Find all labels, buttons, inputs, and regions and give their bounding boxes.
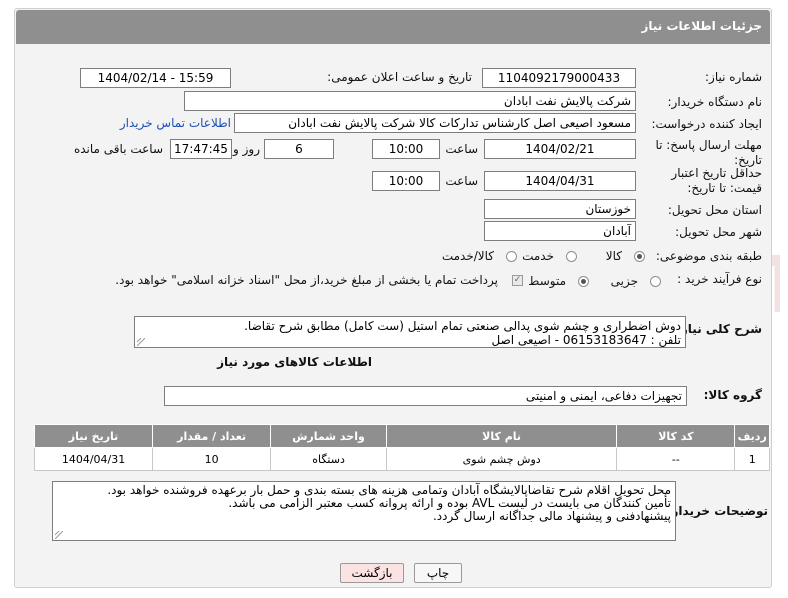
process-medium-radio[interactable]	[578, 276, 589, 287]
category-goods-service-radio[interactable]	[506, 251, 517, 262]
process-medium-label: متوسط	[528, 274, 566, 288]
delivery-province-label: استان محل تحویل:	[667, 203, 762, 217]
col-header-row-number: ردیف	[734, 424, 770, 448]
buyer-contact-link[interactable]: اطلاعات تماس خریدار	[120, 116, 231, 130]
price-validity-time-label: ساعت	[445, 174, 478, 188]
cell-item-name: دوش چشم شوی	[385, 447, 618, 471]
print-button[interactable]: چاپ	[414, 563, 462, 583]
col-header-unit: واحد شمارش	[270, 424, 387, 448]
cell-item-code: --	[616, 447, 736, 471]
category-service-label: خدمت	[522, 249, 554, 263]
price-validity-time-field[interactable]: 10:00	[372, 171, 440, 191]
col-header-item-name: نام کالا	[385, 424, 618, 448]
remaining-time-label: ساعت باقی مانده	[73, 142, 163, 156]
response-date-field[interactable]: 1404/02/21	[484, 139, 636, 159]
price-validity-label: حداقل تاریخ اعتبار قیمت: تا تاریخ:	[671, 166, 762, 195]
category-goods-radio[interactable]	[634, 251, 645, 262]
days-remaining-field[interactable]: 6	[264, 139, 334, 159]
resize-grip-icon[interactable]	[55, 531, 63, 539]
response-time-label: ساعت	[445, 142, 478, 156]
goods-group-label: گروه کالا:	[703, 388, 762, 402]
requester-label: ایجاد کننده درخواست:	[651, 117, 762, 131]
items-table: ردیف کد کالا نام کالا واحد شمارش تعداد /…	[33, 424, 770, 471]
delivery-city-field[interactable]: آبادان	[484, 221, 636, 241]
items-table-header-row: ردیف کد کالا نام کالا واحد شمارش تعداد /…	[33, 424, 770, 448]
general-description-line-1: دوش اضطراری و چشم شوی پدالی صنعتی تمام ا…	[244, 319, 681, 333]
back-button[interactable]: بازگشت	[340, 563, 404, 583]
treasury-payment-checkbox[interactable]: ✓	[512, 275, 523, 286]
announce-datetime-label: تاریخ و ساعت اعلان عمومی:	[327, 70, 472, 84]
announce-datetime-field[interactable]: 1404/02/14 - 15:59	[80, 68, 231, 88]
remaining-time-field[interactable]: 17:47:45	[170, 139, 232, 159]
col-header-quantity: تعداد / مقدار	[152, 424, 272, 448]
category-goods-label: کالا	[605, 249, 622, 263]
general-description-textarea[interactable]: دوش اضطراری و چشم شوی پدالی صنعتی تمام ا…	[134, 316, 686, 348]
cell-need-date: 1404/04/31	[33, 447, 154, 471]
process-minor-label: جزیی	[610, 274, 638, 288]
need-number-label: شماره نیاز:	[705, 70, 762, 84]
response-deadline-label: مهلت ارسال پاسخ: تا تاریخ:	[655, 138, 762, 167]
goods-info-title: اطلاعات کالاهای مورد نیاز	[217, 355, 372, 369]
price-validity-date-field[interactable]: 1404/04/31	[484, 171, 636, 191]
col-header-item-code: کد کالا	[616, 424, 736, 448]
purchase-process-label: نوع فرآیند خرید :	[677, 272, 762, 286]
need-number-field[interactable]: 1104092179000433	[482, 68, 636, 88]
resize-grip-icon[interactable]	[137, 338, 145, 346]
col-header-need-date: تاریخ نیاز	[33, 424, 154, 448]
category-service-radio[interactable]	[566, 251, 577, 262]
goods-group-field[interactable]: تجهیزات دفاعی، ایمنی و امنیتی	[164, 386, 687, 406]
buyer-org-label: نام دستگاه خریدار:	[667, 95, 763, 109]
panel-title: جزئیات اطلاعات نیاز	[641, 19, 762, 33]
cell-unit: دستگاه	[270, 447, 387, 471]
delivery-city-label: شهر محل تحویل:	[675, 225, 762, 239]
process-minor-radio[interactable]	[650, 276, 661, 287]
requester-field[interactable]: مسعود اصیعی اصل کارشناس تدارکات کالا شرک…	[234, 113, 636, 133]
category-goods-service-label: کالا/خدمت	[441, 249, 494, 263]
days-label: روز و	[233, 142, 260, 156]
buyer-org-field[interactable]: شرکت پالایش نفت ابادان	[184, 91, 636, 111]
buyer-notes-textarea[interactable]: محل تحویل اقلام شرح تقاضاپالایشگاه آبادا…	[52, 481, 676, 541]
buyer-notes-line-3: پیشنهادفنی و پیشنهاد مالی جداگانه ارسال …	[432, 509, 671, 523]
general-description-label: شرح کلی نیاز:	[676, 322, 762, 336]
cell-row-number: 1	[734, 447, 770, 471]
cell-quantity: 10	[152, 447, 272, 471]
category-label: طبقه بندی موضوعی:	[655, 249, 762, 263]
table-row[interactable]: 1 -- دوش چشم شوی دستگاه 10 1404/04/31	[33, 447, 770, 471]
treasury-payment-note: پرداخت تمام یا بخشی از مبلغ خرید،از محل …	[115, 273, 498, 287]
response-time-field[interactable]: 10:00	[372, 139, 440, 159]
general-description-line-2: تلفن : 06153183647 - اصیعی اصل	[491, 333, 681, 347]
buyer-notes-label: توضیحات خریدار:	[666, 504, 768, 518]
delivery-province-field[interactable]: خوزستان	[484, 199, 636, 219]
